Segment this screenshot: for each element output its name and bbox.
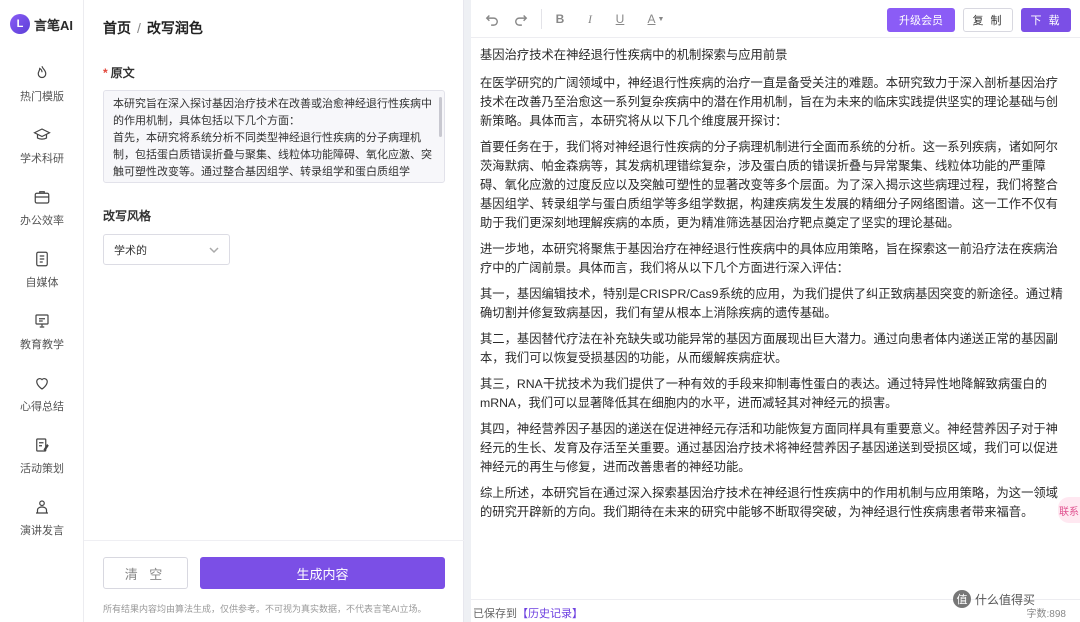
generate-button[interactable]: 生成内容	[200, 557, 445, 589]
toolbar-separator	[541, 9, 542, 29]
source-textarea[interactable]: 本研究旨在深入探讨基因治疗技术在改善或治愈神经退行性疾病中的作用机制，具体包括以…	[103, 90, 445, 183]
underline-button[interactable]: U	[611, 10, 629, 28]
rewrite-form-panel: 首页 / 改写润色 * 原文 本研究旨在深入探讨基因治疗技术在改善或治愈神经退行性疾病…	[84, 0, 464, 622]
watermark: 值 什么值得买	[953, 590, 1035, 608]
sidebar-item-office[interactable]: 办公效率	[0, 188, 84, 244]
sidebar-item-summary[interactable]: 心得总结	[0, 374, 84, 430]
underline-icon: U	[615, 12, 625, 26]
required-asterisk: *	[103, 66, 108, 80]
watermark-text: 什么值得买	[975, 592, 1036, 607]
sidebar-item-education[interactable]: 教育教学	[0, 312, 84, 368]
divider	[84, 540, 464, 541]
document-paragraph: 其三，RNA干扰技术为我们提供了一种有效的手段来抑制毒性蛋白的表达。通过特异性地…	[480, 377, 1048, 410]
source-text: 本研究旨在深入探讨基因治疗技术在改善或治愈神经退行性疾病中的作用机制，具体包括以…	[113, 98, 432, 178]
sidebar-item-self-media[interactable]: 自媒体	[0, 250, 84, 306]
redo-icon	[515, 15, 528, 26]
sidebar-item-label: 热门模版	[20, 91, 64, 103]
breadcrumb-separator: /	[137, 20, 141, 36]
document-title: 基因治疗技术在神经退行性疾病中的机制探索与应用前景	[480, 48, 788, 62]
copy-button[interactable]: 复 制	[963, 8, 1013, 32]
presentation-icon	[35, 314, 49, 328]
logo-text: 言笔AI	[34, 17, 74, 33]
document-paragraph: 其二，基因替代疗法在补充缺失或功能异常的基因方面展现出巨大潜力。通过向患者体内递…	[480, 332, 1058, 365]
document-paragraph: 其一，基因编辑技术，特别是CRISPR/Cas9系统的应用，为我们提供了纠正致病…	[480, 287, 1063, 320]
speaker-icon	[36, 500, 48, 514]
clear-button[interactable]: 清 空	[103, 557, 188, 589]
breadcrumb: 首页 / 改写润色	[103, 18, 203, 38]
document-paragraph: 进一步地，本研究将聚焦于基因治疗在神经退行性疾病中的具体应用策略，旨在探索这一前…	[480, 242, 1058, 275]
document-paragraph: 在医学研究的广阔领域中，神经退行性疾病的治疗一直是备受关注的难题。本研究致力于深…	[480, 76, 1058, 128]
result-editor: B I U A ▼ 升级会员 复 制 下 载 基因治疗技术在神经退行性疾病中的机…	[471, 0, 1080, 622]
font-color-icon: A	[647, 12, 656, 26]
bold-button[interactable]: B	[551, 10, 569, 28]
style-label: 改写风格	[103, 209, 152, 223]
italic-button[interactable]: I	[581, 10, 599, 28]
heart-icon	[36, 378, 48, 390]
source-scrollbar[interactable]	[439, 97, 442, 137]
flame-icon	[37, 66, 47, 79]
document-paragraph: 综上所述，本研究旨在通过深入探索基因治疗技术在神经退行性疾病中的作用机制与应用策…	[480, 486, 1058, 519]
sidebar-item-label: 教育教学	[20, 339, 64, 351]
breadcrumb-home[interactable]: 首页	[103, 20, 131, 36]
undo-icon	[485, 15, 498, 26]
logo-mark-icon: L	[10, 14, 30, 34]
sidebar-item-academic[interactable]: 学术科研	[0, 126, 84, 182]
upgrade-membership-button[interactable]: 升级会员	[887, 8, 955, 32]
sidebar-item-hot-templates[interactable]: 热门模版	[0, 64, 84, 120]
style-select-value: 学术的	[114, 244, 147, 257]
history-link[interactable]: 【历史记录】	[517, 608, 583, 620]
document-paragraph: 首要任务在于，我们将对神经退行性疾病的分子病理机制进行全面而系统的分析。这一系列…	[480, 140, 1058, 230]
breadcrumb-current: 改写润色	[146, 20, 203, 36]
caret-down-icon: ▼	[657, 15, 665, 23]
sidebar-item-label: 演讲发言	[20, 525, 64, 537]
download-button[interactable]: 下 载	[1021, 8, 1071, 32]
bold-icon: B	[555, 12, 565, 26]
source-text-label: * 原文	[103, 64, 135, 81]
undo-button[interactable]	[483, 10, 501, 28]
italic-icon: I	[588, 11, 592, 26]
graduation-cap-icon	[33, 128, 51, 140]
source-label-text: 原文	[110, 66, 135, 80]
sidebar-item-label: 学术科研	[20, 153, 64, 165]
sidebar-item-label: 办公效率	[20, 215, 64, 227]
redo-button[interactable]	[512, 10, 530, 28]
sidebar-item-speech[interactable]: 演讲发言	[0, 498, 84, 554]
disclaimer-text: 所有结果内容均由算法生成，仅供参考。不可视为真实数据，不代表言笔AI立场。	[103, 604, 427, 614]
logo[interactable]: L 言笔AI	[10, 14, 73, 34]
generated-document[interactable]: 基因治疗技术在神经退行性疾病中的机制探索与应用前景 在医学研究的广阔领域中，神经…	[480, 46, 1066, 598]
sidebar-item-label: 活动策划	[20, 463, 64, 475]
clipboard-pen-icon	[36, 438, 49, 452]
sidebar-item-event-planning[interactable]: 活动策划	[0, 436, 84, 492]
contact-float-button[interactable]: 联系	[1058, 497, 1080, 523]
document-paragraph: 其四，神经营养因子基因的递送在促进神经元存活和功能恢复方面同样具有重要意义。神经…	[480, 422, 1058, 474]
sidebar-item-label: 心得总结	[20, 401, 64, 413]
style-select[interactable]: 学术的	[103, 234, 230, 265]
sidebar: L 言笔AI 热门模版 学术科研 办公效率 自媒体 教育教学 心得总结 活动策划…	[0, 0, 84, 622]
watermark-badge: 值	[953, 590, 971, 608]
font-color-button[interactable]: A ▼	[643, 10, 669, 28]
chevron-down-icon	[209, 246, 219, 253]
document-icon	[36, 251, 48, 267]
briefcase-icon	[34, 191, 50, 204]
sidebar-item-label: 自媒体	[25, 277, 59, 289]
editor-toolbar: B I U A ▼ 升级会员 复 制 下 载	[471, 0, 1080, 38]
saved-status: 已保存到	[473, 608, 517, 620]
